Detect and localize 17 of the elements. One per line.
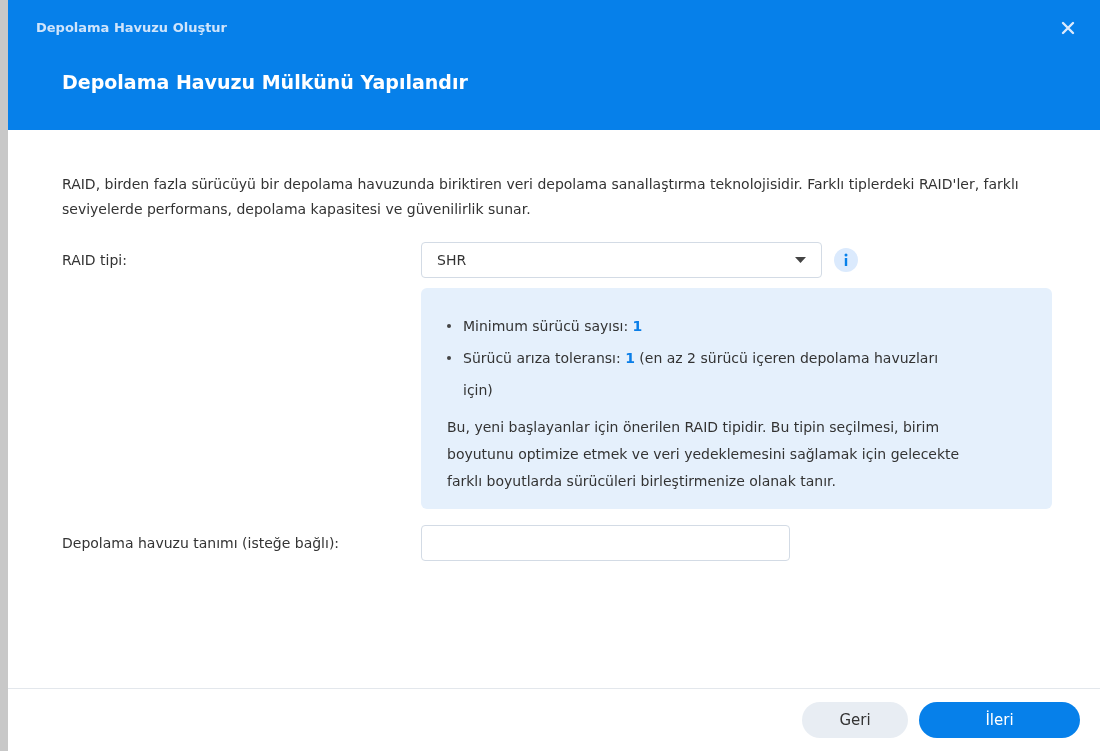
- close-icon: [1061, 21, 1075, 35]
- dialog-heading: Depolama Havuzu Mülkünü Yapılandır: [62, 70, 469, 95]
- info-icon[interactable]: [834, 248, 858, 272]
- info-item: Minimum sürücü sayısı: 1: [463, 317, 644, 336]
- raid-description: Bu, yeni başlayanlar için önerilen RAID tipidir. Bu tipin seçilmesi, birim boyutunu optimize etmek ve veri yedeklemesini sağlamak için gelecekte farklı boyutlarda sürücüleri birleştirmenize olanak tanır.: [447, 418, 961, 491]
- info-item: Sürücü arıza toleransı: 1 (en az 2 sürücü içeren depolama havuzları için): [463, 349, 940, 400]
- bullet-icon: [447, 324, 451, 328]
- back-button[interactable]: Geri: [802, 702, 908, 738]
- raid-type-label: RAID tipi:: [62, 250, 128, 270]
- intro-text: RAID, birden fazla sürücüyü bir depolama havuzunda biriktiren veri depolama sanallaştırma teknolojisidir. Farklı tiplerdeki RAID'ler, farklı seviyelerde performans, depolama kapasitesi ve güvenilirlik sunar.: [62, 175, 1020, 219]
- pool-description-label: Depolama havuzu tanımı (isteğe bağlı):: [62, 533, 341, 553]
- caret-icon: [795, 257, 806, 263]
- next-button[interactable]: İleri: [919, 702, 1080, 738]
- pool-description-field[interactable]: [421, 525, 790, 561]
- raid-type-dropdown[interactable]: SHR: [421, 242, 822, 278]
- window-title: Depolama Havuzu Oluştur: [36, 19, 228, 38]
- bullet-icon: [447, 356, 451, 360]
